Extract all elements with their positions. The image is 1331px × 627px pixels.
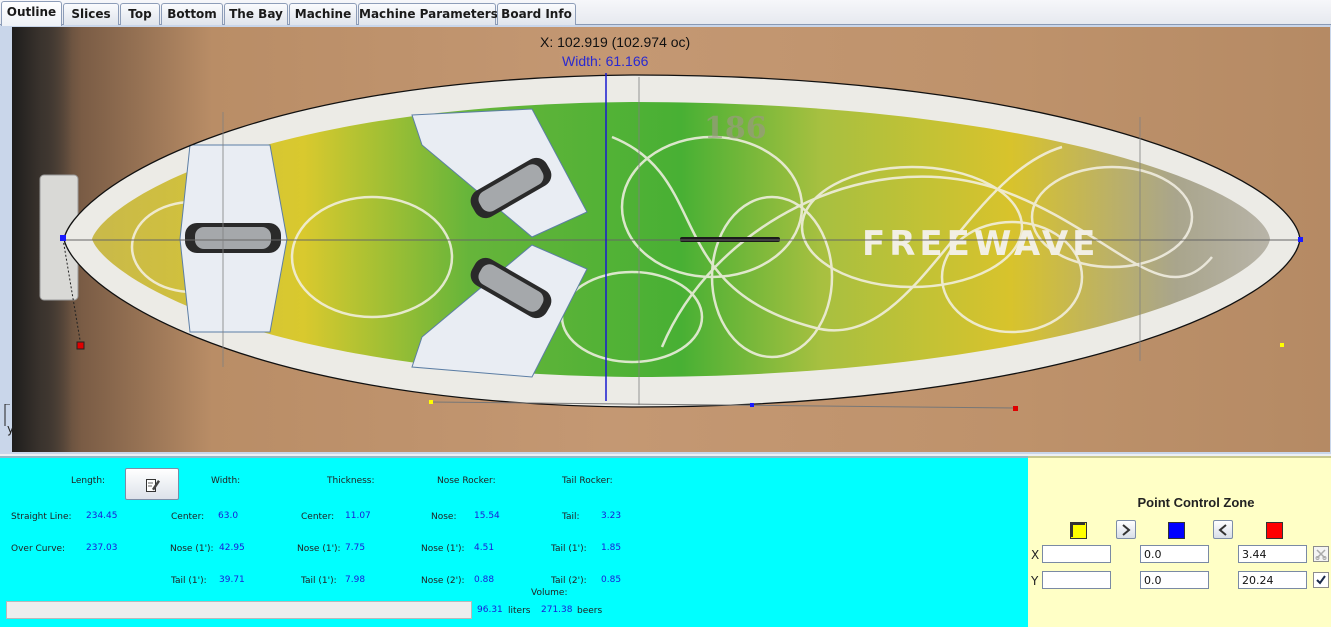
chevron-right-icon (1122, 524, 1131, 536)
length-label: Length: (71, 476, 106, 486)
control-point-nose[interactable] (60, 235, 66, 241)
tail-rocker-tail2-value: 0.85 (601, 575, 622, 585)
nose-rocker-nose1-label: Nose (1'): (421, 544, 465, 554)
beers-unit: beers (577, 606, 603, 616)
thickness-nose1-label: Nose (1'): (297, 544, 341, 554)
tab-bar: Outline Slices Top Bottom The Bay Machin… (0, 0, 1331, 26)
width-center-value: 63.0 (218, 511, 239, 521)
chevron-left-icon (1218, 524, 1227, 536)
point-control-title: Point Control Zone (1137, 495, 1255, 510)
x-position-readout: X: 102.919 (102.974 oc) (540, 34, 691, 50)
control-point-tangent-right[interactable] (1013, 406, 1018, 411)
nose-rocker-nose2-value: 0.88 (474, 575, 495, 585)
lock-x-button[interactable] (1313, 546, 1329, 562)
tab-machine-parameters[interactable]: Machine Parameters (358, 3, 498, 25)
tail-rocker-tail1-value: 1.85 (601, 543, 622, 553)
tail-rocker-tail-value: 3.23 (601, 511, 622, 521)
nose-rocker-nose2-label: Nose (2'): (421, 576, 465, 586)
volume-label: Volume: (531, 588, 568, 598)
edit-pencil-icon (146, 479, 160, 492)
width-tail1-value: 39.71 (219, 575, 245, 585)
tail-rocker-tail1-label: Tail (1'): (551, 544, 587, 554)
volume-liters-value: 96.31 (477, 605, 503, 615)
board-photo: 186 FREEWAVE (12, 27, 1330, 452)
liters-unit: liters (508, 606, 531, 616)
nose-rocker-label: Nose Rocker: (437, 476, 496, 486)
tab-outline[interactable]: Outline (1, 1, 62, 26)
scissors-icon (1315, 549, 1327, 560)
straight-line-label: Straight Line: (11, 512, 72, 522)
board-drawing: 186 FREEWAVE (39, 73, 1303, 411)
volume-progress-bar (6, 601, 472, 619)
width-readout: Width: 61.166 (562, 53, 649, 69)
tab-top[interactable]: Top (120, 3, 160, 25)
tab-slices[interactable]: Slices (63, 3, 119, 25)
thickness-center-label: Center: (301, 512, 335, 522)
control-point-wide[interactable] (750, 403, 754, 407)
over-curve-label: Over Curve: (11, 544, 66, 554)
x-blue-field[interactable] (1140, 545, 1209, 563)
width-nose1-label: Nose (1'): (170, 544, 214, 554)
point-control-zone: Point Control Zone X Y (1028, 456, 1331, 627)
yellow-point-swatch[interactable] (1070, 522, 1087, 539)
tab-the-bay[interactable]: The Bay (224, 3, 288, 25)
nose-rocker-nose-value: 15.54 (474, 511, 500, 521)
over-curve-value: 237.03 (86, 543, 118, 553)
tail-rocker-tail-label: Tail: (562, 512, 580, 522)
board-measurements-panel: Length: Width: Thickness: Nose Rocker: T… (0, 456, 1028, 627)
y-yellow-field[interactable] (1042, 571, 1111, 589)
thickness-label: Thickness: (327, 476, 375, 486)
y-red-field[interactable] (1238, 571, 1307, 589)
check-icon (1316, 575, 1326, 585)
control-point-tail[interactable] (1298, 237, 1303, 242)
edit-dimensions-button[interactable] (125, 468, 179, 500)
x-row-label: X (1031, 548, 1040, 562)
width-center-label: Center: (171, 512, 205, 522)
thickness-tail1-label: Tail (1'): (301, 576, 337, 586)
board-brand-print: FREEWAVE (862, 224, 1099, 264)
y-row-label: Y (1031, 574, 1039, 588)
x-yellow-field[interactable] (1042, 545, 1111, 563)
continuous-checkbox[interactable] (1313, 572, 1329, 588)
control-point-tail-tangent[interactable] (1280, 343, 1284, 347)
blue-point-swatch[interactable] (1168, 522, 1185, 539)
tab-board-info[interactable]: Board Info (497, 3, 576, 25)
tail-rocker-tail2-label: Tail (2'): (551, 576, 587, 586)
width-tail1-label: Tail (1'): (171, 576, 207, 586)
outline-canvas[interactable]: 186 FREEWAVE X: 102.919 (102.974 oc) Wid… (0, 25, 1331, 454)
nose-rocker-nose-label: Nose: (431, 512, 457, 522)
nose-rocker-nose1-value: 4.51 (474, 543, 495, 553)
footstrap-rear-pad (195, 227, 271, 249)
next-point-button[interactable] (1116, 520, 1136, 539)
width-nose1-value: 42.95 (219, 543, 245, 553)
thickness-center-value: 11.07 (345, 511, 371, 521)
tail-rocker-label: Tail Rocker: (562, 476, 613, 486)
y-blue-field[interactable] (1140, 571, 1209, 589)
straight-line-value: 234.45 (86, 511, 118, 521)
width-label: Width: (211, 476, 241, 486)
thickness-tail1-value: 7.98 (345, 575, 366, 585)
board-size-print: 186 (704, 111, 767, 146)
control-point-tangent-left[interactable] (429, 400, 433, 404)
x-red-field[interactable] (1238, 545, 1307, 563)
control-point-nose-tangent[interactable] (76, 341, 85, 350)
thickness-nose1-value: 7.75 (345, 543, 366, 553)
tab-machine[interactable]: Machine (289, 3, 357, 25)
volume-beers-value: 271.38 (541, 605, 573, 615)
previous-point-button[interactable] (1213, 520, 1233, 539)
red-point-swatch[interactable] (1266, 522, 1283, 539)
tab-bottom[interactable]: Bottom (161, 3, 223, 25)
